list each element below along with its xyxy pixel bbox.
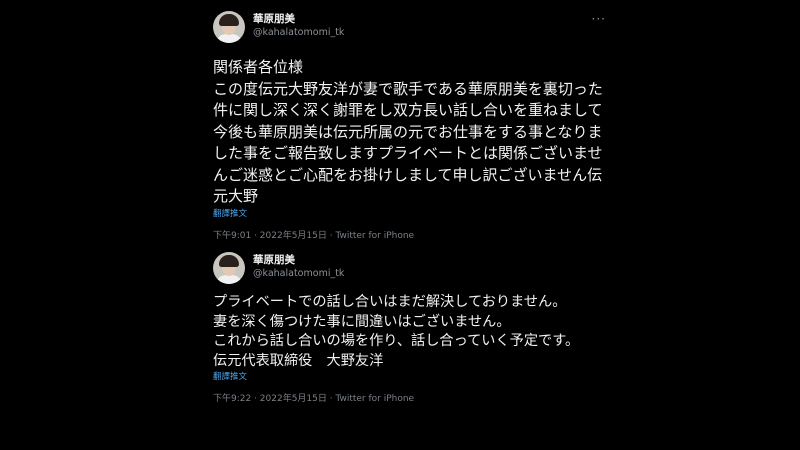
avatar-hair [219,14,239,26]
author-display-name[interactable]: 華原朋美 [253,253,344,267]
more-options-icon[interactable]: ··· [592,13,606,25]
tweet-text: 関係者各位様 この度伝元大野友洋が妻で歌手である華原朋美を裏切った件に関し深く深… [213,58,603,205]
avatar[interactable] [213,252,245,284]
tweet-text: プライベートでの話し合いはまだ解決しておりません。 妻を深く傷つけた事に間違いは… [213,294,580,369]
tweet-header: 華原朋美 @kahalatomomi_tk ··· [205,7,610,47]
author-handle[interactable]: @kahalatomomi_tk [253,267,344,281]
author-names: 華原朋美 @kahalatomomi_tk [253,253,344,281]
author-names: 華原朋美 @kahalatomomi_tk [253,12,344,40]
tweet-thread: 華原朋美 @kahalatomomi_tk ··· 関係者各位様 この度伝元大野… [0,0,800,450]
avatar[interactable] [213,11,245,43]
avatar-shirt [216,34,242,43]
author-handle[interactable]: @kahalatomomi_tk [253,26,344,40]
avatar-shirt [216,275,242,284]
tweet-timestamp[interactable]: 下午9:22 · 2022年5月15日 · Twitter for iPhone [205,393,610,405]
translate-tweet-link[interactable]: 翻譯推文 [205,208,610,220]
author-display-name[interactable]: 華原朋美 [253,12,344,26]
translate-tweet-link[interactable]: 翻譯推文 [205,371,610,383]
avatar-hair [219,255,239,267]
tweet-header: 華原朋美 @kahalatomomi_tk [205,248,610,288]
tweet-card[interactable]: 華原朋美 @kahalatomomi_tk プライベートでの話し合いはまだ解決し… [205,248,610,405]
tweet-timestamp[interactable]: 下午9:01 · 2022年5月15日 · Twitter for iPhone [205,230,610,242]
tweet-card[interactable]: 華原朋美 @kahalatomomi_tk ··· 関係者各位様 この度伝元大野… [205,7,610,242]
